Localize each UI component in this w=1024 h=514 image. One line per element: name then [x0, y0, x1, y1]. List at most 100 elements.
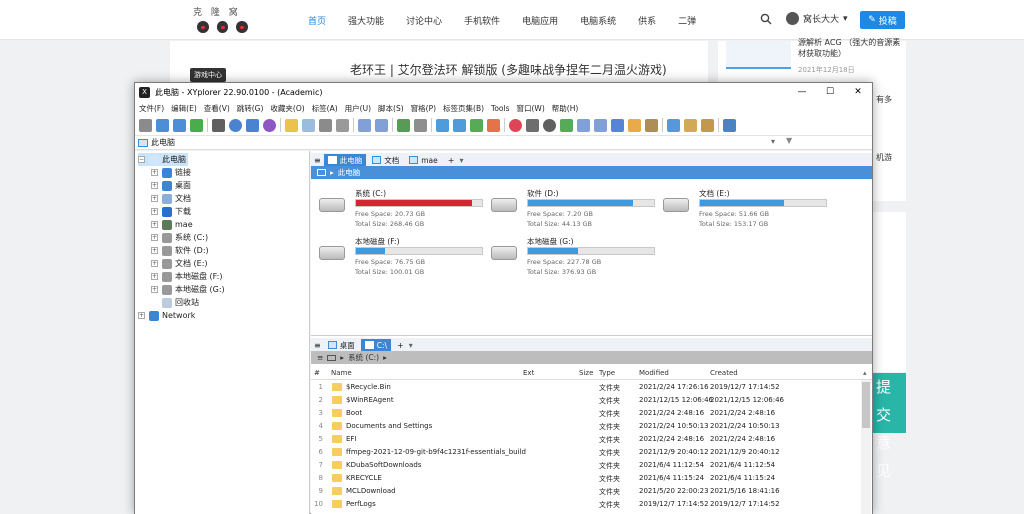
tree-item[interactable]: + 桌面	[151, 179, 191, 192]
tab[interactable]: 文档	[368, 154, 403, 166]
nav-link[interactable]: 手机软件	[464, 14, 500, 27]
nav-link[interactable]: 二弹	[678, 14, 696, 27]
title-bar[interactable]: X 此电脑 - XYplorer 22.90.0100 - (Academic)…	[135, 83, 872, 101]
col-ext[interactable]: Ext	[523, 369, 534, 377]
copy-icon[interactable]	[302, 118, 315, 132]
expander-icon[interactable]: −	[138, 156, 145, 163]
tree-item[interactable]: + 系统 (C:)	[151, 231, 208, 244]
tree-item[interactable]: − 此电脑	[138, 153, 188, 166]
tree-item[interactable]: 回收站	[151, 296, 199, 309]
table-row[interactable]: 1 $Recycle.Bin 文件夹 2021/2/24 17:26:16 2019/1…	[311, 381, 861, 394]
table-row[interactable]: 4 Documents and Settings 文件夹 2021/2/24 10:5…	[311, 420, 861, 433]
search-icon[interactable]	[246, 118, 259, 132]
tree-item[interactable]: + 文档 (E:)	[151, 257, 208, 270]
catalog-icon[interactable]	[701, 118, 714, 132]
brush-icon[interactable]	[645, 118, 658, 132]
chevron-down-icon[interactable]: ▾	[459, 156, 463, 165]
expander-icon[interactable]	[151, 299, 158, 306]
tree-item[interactable]: + 本地磁盘 (G:)	[151, 283, 225, 296]
find-icon[interactable]	[436, 118, 449, 132]
menu-item[interactable]: 窗格(P)	[411, 103, 436, 114]
tab[interactable]: C:\	[360, 339, 391, 351]
expander-icon[interactable]: +	[151, 221, 158, 228]
col-created[interactable]: Created	[710, 369, 738, 377]
table-row[interactable]: 9 MCLDownload 文件夹 2021/5/20 22:00:23 2021/5/…	[311, 485, 861, 498]
new-folder-icon[interactable]	[285, 118, 298, 132]
chrome-icon[interactable]	[611, 118, 624, 132]
nav-link[interactable]: 首页	[308, 14, 326, 27]
sidebar-article-title[interactable]: 源解析 ACG （强大的音源素材获取功能）	[798, 37, 903, 59]
tab[interactable]: mae	[405, 154, 442, 166]
chart-icon[interactable]	[487, 118, 500, 132]
menu-item[interactable]: 标签(A)	[312, 103, 338, 114]
col-size[interactable]: Size	[579, 369, 593, 377]
funnel-icon[interactable]	[453, 118, 466, 132]
search-icon[interactable]	[760, 13, 772, 25]
table-row[interactable]: 2 $WinREAgent 文件夹 2021/12/15 12:06:46 2021/1…	[311, 394, 861, 407]
filter-icon[interactable]	[397, 118, 410, 132]
minimize-button[interactable]: —	[788, 83, 816, 101]
play-icon[interactable]	[263, 118, 276, 132]
book-icon[interactable]	[684, 118, 697, 132]
tree-item[interactable]: + 链接	[151, 166, 191, 179]
expander-icon[interactable]: +	[138, 312, 145, 319]
top-breadcrumb[interactable]: ▸ 此电脑	[311, 166, 872, 179]
col-modified[interactable]: Modified	[639, 369, 669, 377]
post-button[interactable]: ✎ 投稿	[860, 11, 905, 29]
col-name[interactable]: Name	[331, 369, 352, 377]
menu-icon[interactable]: ≡	[314, 341, 321, 350]
tab[interactable]: 桌面	[324, 339, 359, 351]
table-row[interactable]: 10 PerfLogs 文件夹 2019/12/7 17:14:52 2019/12/7…	[311, 498, 861, 511]
vertical-scrollbar[interactable]	[861, 380, 871, 514]
tree-item[interactable]: + 本地磁盘 (F:)	[151, 270, 222, 283]
terminal-icon[interactable]	[212, 118, 225, 132]
expander-icon[interactable]: +	[151, 273, 158, 280]
col-num[interactable]: #	[314, 369, 320, 377]
redo-icon[interactable]	[375, 118, 388, 132]
menu-item[interactable]: 文件(F)	[139, 103, 164, 114]
address-bar[interactable]: 此电脑 ▾ ▼	[135, 136, 872, 150]
tree-item[interactable]: + 软件 (D:)	[151, 244, 209, 257]
columns-icon[interactable]	[414, 118, 427, 132]
user-menu[interactable]: 窝长大大 ▾	[786, 12, 848, 25]
drive-tile[interactable]: 本地磁盘 (F:) Free Space: 76.75 GB Total Size:…	[315, 236, 485, 278]
filter-icon[interactable]: ▼	[786, 136, 792, 145]
table-row[interactable]: 3 Boot 文件夹 2021/2/24 2:48:16 2021/2/24 2:48:…	[311, 407, 861, 420]
site-logo[interactable]: 克 隆 窝	[193, 5, 249, 35]
menu-icon[interactable]: ≡	[314, 156, 321, 165]
tree-item[interactable]: + mae	[151, 218, 193, 231]
close-button[interactable]: ✕	[844, 83, 872, 101]
add-tab-icon[interactable]: +	[397, 341, 404, 350]
funnel-green-icon[interactable]	[470, 118, 483, 132]
table-row[interactable]: 8 KRECYCLE 文件夹 2021/6/4 11:15:24 2021/6/4 11…	[311, 472, 861, 485]
expander-icon[interactable]: +	[151, 286, 158, 293]
nav-link[interactable]: 讨论中心	[406, 14, 442, 27]
expander-icon[interactable]: +	[151, 169, 158, 176]
cut-icon[interactable]	[319, 118, 332, 132]
menu-item[interactable]: 跳转(G)	[237, 103, 264, 114]
table-row[interactable]: 6 ffmpeg-2021-12-09-git-b9f4c1231f-essent…	[311, 446, 861, 459]
menu-item[interactable]: 窗口(W)	[517, 103, 545, 114]
expander-icon[interactable]: +	[151, 260, 158, 267]
menu-item[interactable]: 用户(U)	[345, 103, 371, 114]
ghost-icon[interactable]	[526, 118, 539, 132]
expander-icon[interactable]: +	[151, 208, 158, 215]
tree-item[interactable]: + 文档	[151, 192, 191, 205]
dropdown-icon[interactable]: ▾	[771, 137, 775, 146]
target-red-icon[interactable]	[509, 118, 522, 132]
nav-link[interactable]: 强大功能	[348, 14, 384, 27]
paste-icon[interactable]	[336, 118, 349, 132]
target-icon[interactable]	[229, 118, 242, 132]
col-type[interactable]: Type	[599, 369, 615, 377]
tree-icon[interactable]	[560, 118, 573, 132]
nav-link[interactable]: 电脑系统	[580, 14, 616, 27]
add-tab-icon[interactable]: +	[448, 156, 455, 165]
tree-item[interactable]: + Network	[138, 309, 195, 322]
grid-icon[interactable]	[577, 118, 590, 132]
table-row[interactable]: 5 EFI 文件夹 2021/2/24 2:48:16 2021/2/24 2:48:1…	[311, 433, 861, 446]
menu-item[interactable]: 帮助(H)	[552, 103, 579, 114]
tree-item[interactable]: + 下载	[151, 205, 191, 218]
menu-item[interactable]: 标签页集(B)	[443, 103, 484, 114]
settings-icon[interactable]	[723, 118, 736, 132]
panel-icon[interactable]	[667, 118, 680, 132]
